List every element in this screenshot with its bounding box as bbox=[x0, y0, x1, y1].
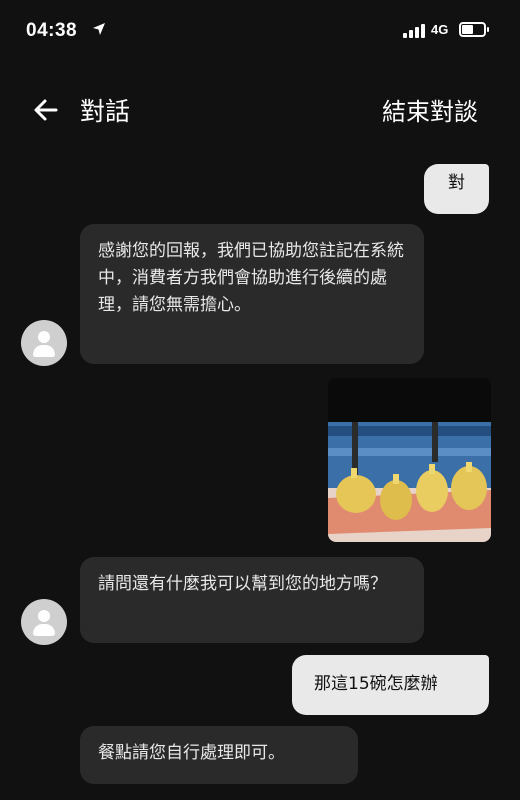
agent-avatar bbox=[21, 320, 67, 366]
agent-avatar bbox=[21, 599, 67, 645]
dishes-photo-image bbox=[328, 378, 491, 542]
bot-message: 感謝您的回報，我們已協助您註記在系統中，消費者方我們會協助進行後續的處理，請您無… bbox=[80, 224, 424, 364]
status-time: 04:38 bbox=[26, 20, 78, 41]
location-arrow-icon bbox=[93, 23, 105, 35]
bot-message: 餐點請您自行處理即可。 bbox=[80, 726, 358, 784]
signal-icon bbox=[403, 24, 427, 38]
chat-header: 對話 結束對談 bbox=[0, 80, 520, 136]
status-bar: 04:38 4G bbox=[0, 0, 520, 60]
battery-icon bbox=[459, 22, 489, 37]
bot-message: 請問還有什麼我可以幫到您的地方嗎？ bbox=[80, 557, 424, 643]
end-conversation-button[interactable]: 結束對談 bbox=[382, 92, 478, 127]
message-text: 對 bbox=[448, 173, 465, 193]
message-text: 感謝您的回報，我們已協助您註記在系統中，消費者方我們會協助進行後續的處理，請您無… bbox=[98, 241, 404, 315]
message-text: 那這15碗怎麼辦 bbox=[314, 674, 438, 694]
network-type: 4G bbox=[431, 22, 449, 37]
message-text: 餐點請您自行處理即可。 bbox=[98, 743, 285, 763]
message-text: 請問還有什麼我可以幫到您的地方嗎？ bbox=[98, 574, 387, 594]
page-title: 對話 bbox=[80, 97, 131, 126]
user-message: 那這15碗怎麼辦 bbox=[292, 655, 489, 715]
back-arrow-icon[interactable] bbox=[26, 90, 66, 130]
sent-photo[interactable] bbox=[328, 378, 491, 542]
user-message: 對 bbox=[424, 164, 489, 214]
